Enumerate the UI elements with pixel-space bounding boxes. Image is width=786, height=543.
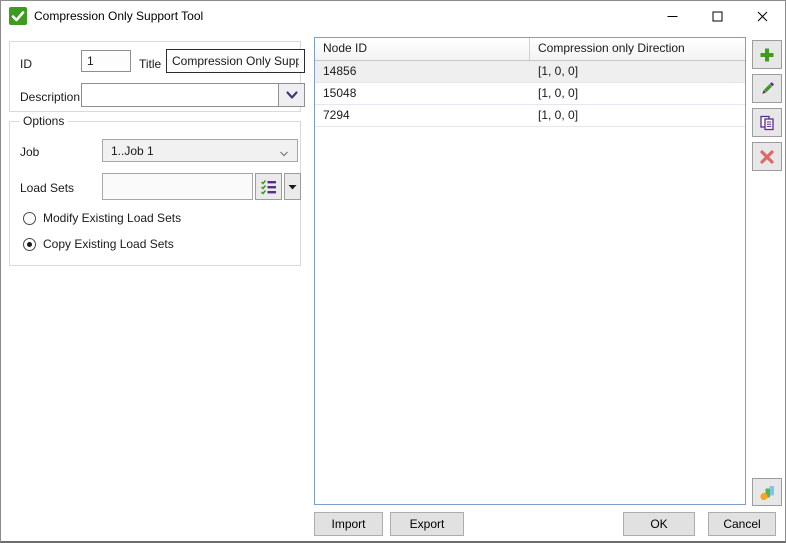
chevron-down-icon xyxy=(279,147,289,161)
load-sets-picker-button[interactable] xyxy=(255,173,282,200)
options-groupbox: Options Job 1..Job 1 Load Sets M xyxy=(9,121,301,266)
minimize-button[interactable] xyxy=(650,1,695,31)
job-label: Job xyxy=(20,145,39,159)
load-sets-dropdown-button[interactable] xyxy=(284,173,301,200)
load-sets-label: Load Sets xyxy=(20,181,74,195)
delete-row-button[interactable] xyxy=(752,142,782,171)
load-sets-field[interactable] xyxy=(102,173,253,200)
cell-node-id: 14856 xyxy=(315,61,530,82)
job-value: 1..Job 1 xyxy=(111,144,154,158)
chevron-down-icon xyxy=(285,89,299,101)
copy-icon xyxy=(759,115,775,131)
cell-node-id: 15048 xyxy=(315,83,530,104)
radio-circle-icon[interactable] xyxy=(23,212,36,225)
radio-copy-load-sets[interactable]: Copy Existing Load Sets xyxy=(23,237,174,251)
table-header-row: Node ID Compression only Direction xyxy=(315,38,745,61)
delete-icon xyxy=(759,149,775,165)
import-button[interactable]: Import xyxy=(314,512,383,536)
radio-modify-label: Modify Existing Load Sets xyxy=(43,211,181,225)
title-bar: Compression Only Support Tool xyxy=(1,1,785,32)
radio-circle-icon[interactable] xyxy=(23,238,36,251)
table-row[interactable]: 7294 [1, 0, 0] xyxy=(315,105,745,127)
edit-row-button[interactable] xyxy=(752,74,782,103)
radio-copy-label: Copy Existing Load Sets xyxy=(43,237,174,251)
cell-direction: [1, 0, 0] xyxy=(530,83,745,104)
checklist-icon xyxy=(260,179,277,195)
description-combobox[interactable] xyxy=(81,83,305,107)
column-header-node-id[interactable]: Node ID xyxy=(315,38,530,60)
edit-pencil-icon xyxy=(759,80,776,97)
copy-row-button[interactable] xyxy=(752,108,782,137)
id-label: ID xyxy=(20,57,32,71)
cell-node-id: 7294 xyxy=(315,105,530,126)
app-check-icon xyxy=(9,7,27,25)
close-button[interactable] xyxy=(740,1,785,31)
options-group-label: Options xyxy=(19,114,68,128)
title-field[interactable] xyxy=(166,49,305,73)
add-icon xyxy=(759,47,775,63)
ok-button[interactable]: OK xyxy=(623,512,695,536)
colorize-entities-icon xyxy=(759,484,776,501)
title-label: Title xyxy=(139,57,161,71)
table-row[interactable]: 14856 [1, 0, 0] xyxy=(315,61,745,83)
job-combobox[interactable]: 1..Job 1 xyxy=(102,139,298,162)
window-title: Compression Only Support Tool xyxy=(34,9,203,23)
node-table: Node ID Compression only Direction 14856… xyxy=(314,37,746,505)
colorize-entities-button[interactable] xyxy=(752,478,782,506)
column-header-direction[interactable]: Compression only Direction xyxy=(530,38,745,60)
dialog-window: Compression Only Support Tool ID Title D… xyxy=(0,0,786,543)
add-row-button[interactable] xyxy=(752,40,782,69)
maximize-button[interactable] xyxy=(695,1,740,31)
radio-modify-load-sets[interactable]: Modify Existing Load Sets xyxy=(23,211,181,225)
export-button[interactable]: Export xyxy=(390,512,464,536)
maximize-icon xyxy=(712,11,723,22)
cell-direction: [1, 0, 0] xyxy=(530,105,745,126)
dropdown-arrow-icon xyxy=(288,184,297,190)
id-field[interactable] xyxy=(81,50,131,72)
close-icon xyxy=(757,11,768,22)
minimize-icon xyxy=(667,11,678,22)
table-row[interactable]: 15048 [1, 0, 0] xyxy=(315,83,745,105)
description-dropdown-button[interactable] xyxy=(278,84,304,106)
cell-direction: [1, 0, 0] xyxy=(530,61,745,82)
cancel-button[interactable]: Cancel xyxy=(708,512,776,536)
description-label: Description xyxy=(20,90,80,104)
identity-groupbox: ID Title Description xyxy=(9,41,301,112)
